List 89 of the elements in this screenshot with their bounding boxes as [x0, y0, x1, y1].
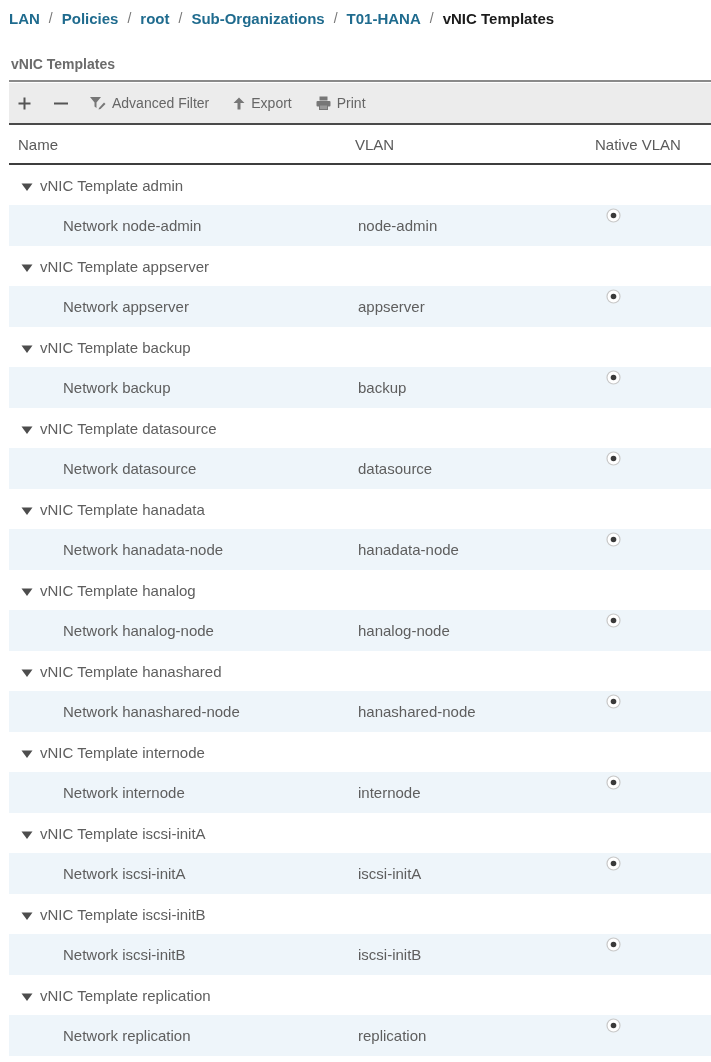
radio-button[interactable]: [606, 694, 621, 709]
network-row[interactable]: Network iscsi-initB iscsi-initB: [9, 934, 711, 975]
plus-icon: [18, 96, 31, 110]
network-row[interactable]: Network backup backup: [9, 367, 711, 408]
network-name: Network appserver: [62, 298, 190, 315]
network-row[interactable]: Network internode internode: [9, 772, 711, 813]
expand-caret-icon[interactable]: [21, 505, 33, 516]
vlan-name: replication: [357, 1027, 428, 1044]
vlan-name: hanalog-node: [357, 622, 451, 639]
template-name: vNIC Template appserver: [40, 257, 209, 275]
breadcrumb-link[interactable]: Policies: [61, 9, 119, 27]
breadcrumb-link[interactable]: root: [140, 9, 170, 27]
network-name: Network hanalog-node: [62, 622, 215, 639]
network-row[interactable]: Network node-admin node-admin: [9, 205, 711, 246]
radio-button[interactable]: [606, 856, 621, 871]
radio-button[interactable]: [606, 208, 621, 223]
template-name: vNIC Template iscsi-initA: [40, 824, 206, 842]
breadcrumb-separator: /: [333, 10, 338, 26]
template-name: vNIC Template admin: [40, 176, 184, 194]
network-row[interactable]: Network replication replication: [9, 1015, 711, 1056]
breadcrumb-separator: /: [127, 10, 132, 26]
vlan-name: hanashared-node: [357, 703, 477, 720]
network-name: Network iscsi-initB: [62, 946, 187, 963]
radio-button[interactable]: [606, 613, 621, 628]
expand-caret-icon[interactable]: [21, 667, 33, 678]
expand-caret-icon[interactable]: [21, 262, 33, 273]
filter-icon: [89, 96, 106, 110]
network-name: Network hanashared-node: [62, 703, 241, 720]
breadcrumb-link[interactable]: LAN: [9, 9, 40, 27]
breadcrumb-separator: /: [178, 10, 183, 26]
network-row[interactable]: Network appserver appserver: [9, 286, 711, 327]
vlan-name: datasource: [357, 460, 434, 477]
vlan-name: backup: [357, 379, 408, 396]
breadcrumb-link[interactable]: T01-HANA: [346, 9, 421, 27]
vlan-name: iscsi-initB: [357, 946, 423, 963]
vlan-name: appserver: [357, 298, 426, 315]
toolbar-button[interactable]: Print: [315, 91, 366, 115]
network-name: Network backup: [62, 379, 172, 396]
column-header[interactable]: Name: [9, 135, 346, 153]
expand-caret-icon[interactable]: [21, 829, 33, 840]
toolbar-button[interactable]: Advanced Filter: [89, 91, 210, 115]
network-name: Network hanadata-node: [62, 541, 225, 558]
vlan-name: hanadata-node: [357, 541, 460, 558]
breadcrumb-separator: /: [429, 10, 434, 26]
radio-button[interactable]: [606, 532, 621, 547]
template-name: vNIC Template iscsi-initB: [40, 905, 206, 923]
radio-button[interactable]: [606, 775, 621, 790]
radio-button[interactable]: [606, 937, 621, 952]
network-name: Network node-admin: [62, 217, 203, 234]
breadcrumb-separator: /: [48, 10, 53, 26]
vlan-name: iscsi-initA: [357, 865, 423, 882]
up-arrow-icon: [233, 96, 246, 110]
radio-button[interactable]: [606, 451, 621, 466]
network-name: Network internode: [62, 784, 186, 801]
minus-icon: [54, 101, 68, 105]
network-row[interactable]: Network iscsi-initA iscsi-initA: [9, 853, 711, 894]
network-row[interactable]: Network hanashared-node hanashared-node: [9, 691, 711, 732]
expand-caret-icon[interactable]: [21, 910, 33, 921]
breadcrumb-link[interactable]: Sub-Organizations: [191, 9, 325, 27]
expand-caret-icon[interactable]: [21, 424, 33, 435]
template-name: vNIC Template internode: [40, 743, 205, 761]
vlan-name: internode: [357, 784, 422, 801]
radio-button[interactable]: [606, 370, 621, 385]
expand-caret-icon[interactable]: [21, 748, 33, 759]
radio-button[interactable]: [606, 289, 621, 304]
network-row[interactable]: Network datasource datasource: [9, 448, 711, 489]
toolbar-button[interactable]: Export: [233, 91, 292, 115]
expand-caret-icon[interactable]: [21, 181, 33, 192]
template-name: vNIC Template replication: [40, 986, 211, 1004]
panel-title: vNIC Templates: [10, 55, 115, 72]
template-name: vNIC Template hanalog: [40, 581, 196, 599]
column-header[interactable]: Native VLAN: [586, 135, 711, 153]
vlan-name: node-admin: [357, 217, 439, 234]
network-name: Network iscsi-initA: [62, 865, 187, 882]
expand-caret-icon[interactable]: [21, 586, 33, 597]
network-name: Network replication: [62, 1027, 192, 1044]
template-name: vNIC Template datasource: [40, 419, 217, 437]
template-name: vNIC Template hanadata: [40, 500, 205, 518]
network-row[interactable]: Network hanalog-node hanalog-node: [9, 610, 711, 651]
expand-caret-icon[interactable]: [21, 991, 33, 1002]
column-header[interactable]: VLAN: [346, 135, 586, 153]
network-row[interactable]: Network hanadata-node hanadata-node: [9, 529, 711, 570]
printer-icon: [315, 96, 331, 110]
breadcrumb-current: vNIC Templates: [442, 9, 555, 27]
template-name: vNIC Template hanashared: [40, 662, 222, 680]
expand-caret-icon[interactable]: [21, 343, 33, 354]
template-name: vNIC Template backup: [40, 338, 191, 356]
network-name: Network datasource: [62, 460, 198, 477]
radio-button[interactable]: [606, 1018, 621, 1033]
